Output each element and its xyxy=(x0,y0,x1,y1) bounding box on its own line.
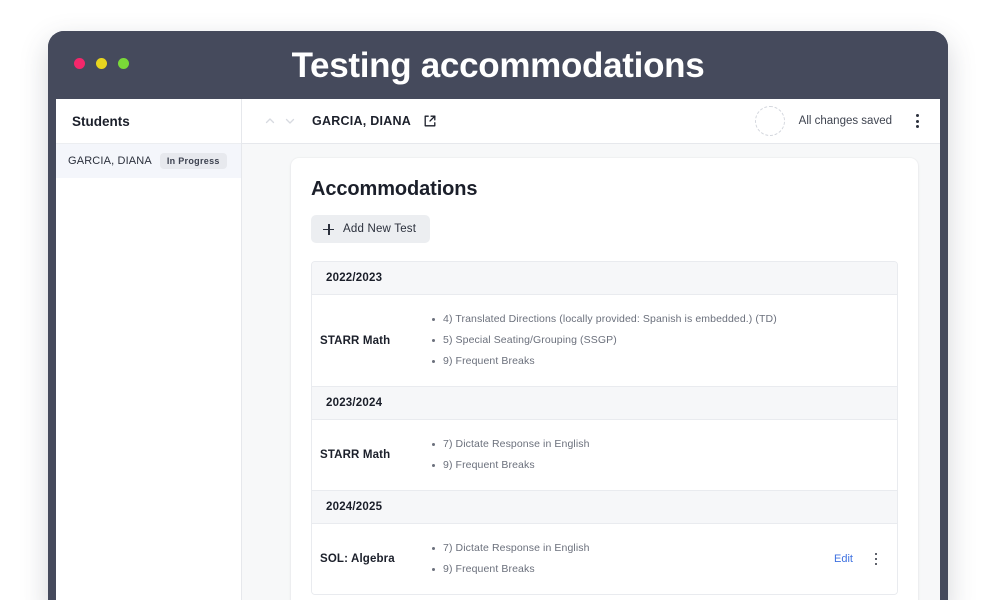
sidebar-student-name: GARCIA, DIANA xyxy=(68,155,152,167)
list-item: 5) Special Seating/Grouping (SSGP) xyxy=(432,330,883,351)
window-title: Testing accommodations xyxy=(291,46,705,85)
edit-link[interactable]: Edit xyxy=(834,553,853,565)
accommodations-table: 2022/2023 STARR Math 4) Translated Direc… xyxy=(311,261,898,595)
table-row: SOL: Algebra 7) Dictate Response in Engl… xyxy=(312,524,897,594)
year-header: 2022/2023 xyxy=(312,262,897,295)
page-title: Accommodations xyxy=(311,178,478,200)
year-header: 2024/2025 xyxy=(312,491,897,524)
table-row: STARR Math 4) Translated Directions (loc… xyxy=(312,295,897,387)
test-name: STARR Math xyxy=(320,334,391,347)
status-badge: In Progress xyxy=(159,153,227,169)
record-name: GARCIA, DIANA xyxy=(312,114,412,128)
list-item: 9) Frequent Breaks xyxy=(432,455,883,476)
row-actions: Edit xyxy=(822,550,883,568)
save-status-text: All changes saved xyxy=(798,115,892,127)
accommodation-list: 4) Translated Directions (locally provid… xyxy=(425,309,883,372)
sidebar-title: Students xyxy=(56,99,241,144)
chevron-up-icon[interactable] xyxy=(260,111,280,131)
chevron-down-icon[interactable] xyxy=(280,111,300,131)
sidebar-item-student[interactable]: GARCIA, DIANA In Progress xyxy=(56,144,241,178)
screenshot-root: Testing accommodations Students GARCIA, … xyxy=(0,0,1000,600)
list-item: 9) Frequent Breaks xyxy=(431,559,822,580)
accommodation-list: 7) Dictate Response in English 9) Freque… xyxy=(425,538,822,580)
test-name: STARR Math xyxy=(320,449,391,461)
list-item: 7) Dictate Response in English xyxy=(432,434,883,455)
list-item: 7) Dictate Response in English xyxy=(431,538,822,559)
add-new-test-label: Add New Test xyxy=(343,223,417,235)
app-viewport: Students GARCIA, DIANA In Progress GARCI… xyxy=(56,99,940,600)
saving-spinner-icon xyxy=(754,106,785,136)
table-row: STARR Math 7) Dictate Response in Englis… xyxy=(312,420,897,491)
students-sidebar: Students GARCIA, DIANA In Progress xyxy=(56,99,242,600)
test-name: SOL: Algebra xyxy=(320,553,395,565)
kebab-menu-icon[interactable] xyxy=(908,110,926,132)
browser-window-frame: Testing accommodations Students GARCIA, … xyxy=(48,31,948,600)
list-item: 9) Frequent Breaks xyxy=(432,351,883,372)
year-header: 2023/2024 xyxy=(312,387,897,420)
external-link-icon[interactable] xyxy=(422,113,438,129)
window-titlebar: Testing accommodations xyxy=(48,31,948,99)
content-scroll-area: Accommodations Add New Test 2022/2023 ST… xyxy=(242,144,940,600)
row-kebab-menu-icon[interactable] xyxy=(869,550,883,568)
add-new-test-button[interactable]: Add New Test xyxy=(311,215,431,243)
accommodation-list: 7) Dictate Response in English 9) Freque… xyxy=(425,434,883,476)
accommodations-card: Accommodations Add New Test 2022/2023 ST… xyxy=(291,158,918,600)
list-item: 4) Translated Directions (locally provid… xyxy=(432,309,883,330)
main-column: GARCIA, DIANA All changes saved Accommod… xyxy=(242,99,940,600)
plus-icon xyxy=(323,223,334,235)
record-toolbar: GARCIA, DIANA All changes saved xyxy=(242,99,940,144)
